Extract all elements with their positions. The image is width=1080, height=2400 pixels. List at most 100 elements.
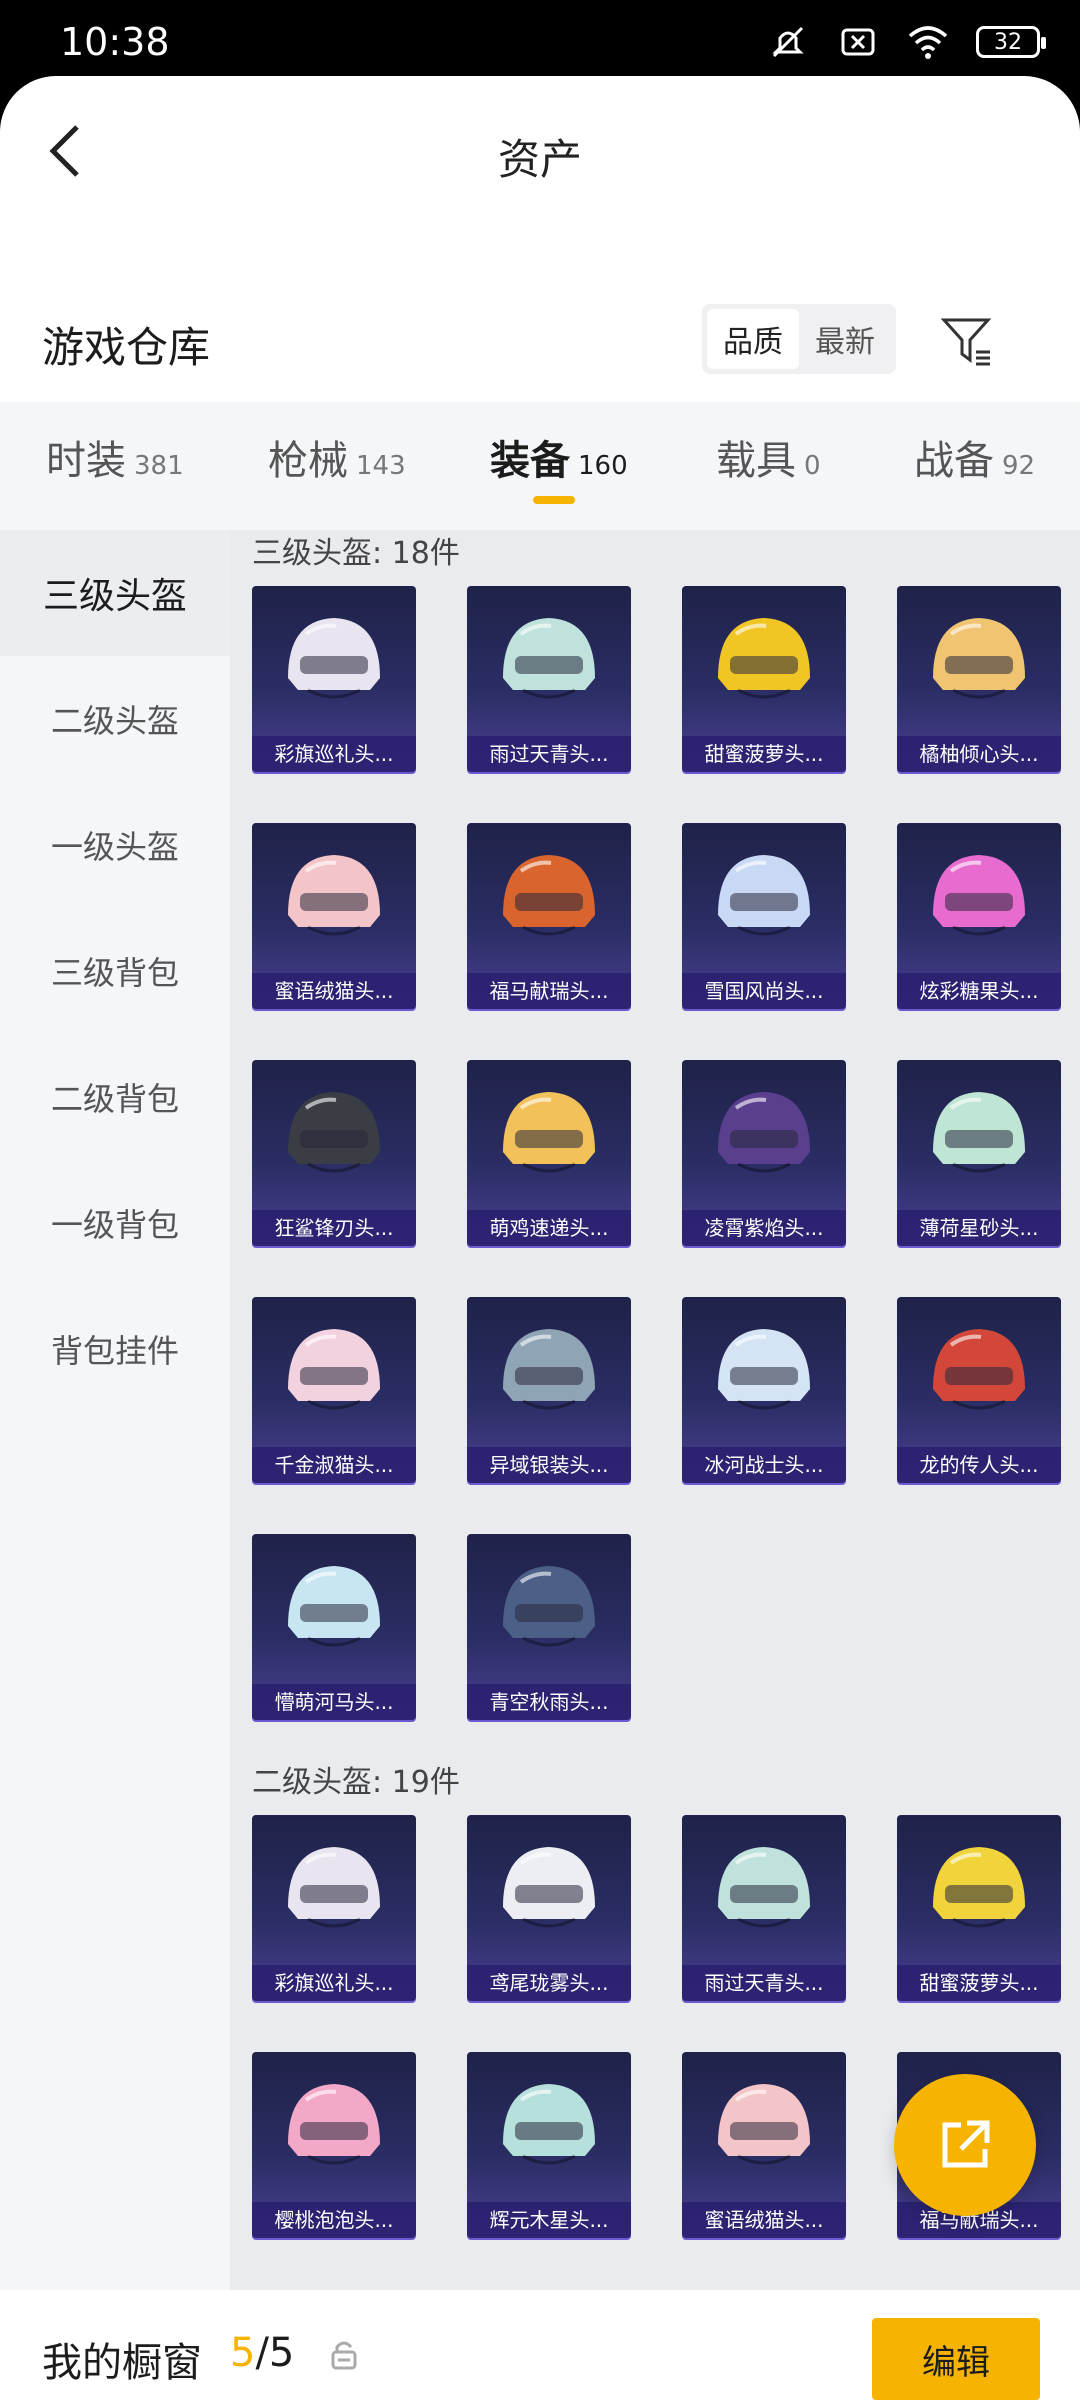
- item-card[interactable]: 彩旗巡礼头...: [252, 586, 416, 772]
- item-card[interactable]: 樱桃泡泡头...: [252, 2052, 416, 2238]
- sidebar-item-backpack-charm[interactable]: 背包挂件: [0, 1286, 230, 1412]
- helmet-icon: [933, 618, 1025, 699]
- tab-active-indicator: [533, 496, 575, 504]
- share-float-button[interactable]: [894, 2074, 1036, 2216]
- tab-fashion[interactable]: 时装 381: [46, 428, 184, 486]
- item-card-label: 萌鸡速递头...: [467, 1210, 631, 1246]
- helmet-icon: [503, 2084, 595, 2165]
- wifi-icon: [906, 22, 950, 62]
- helmet-icon: [718, 1329, 810, 1410]
- item-card[interactable]: 炫彩糖果头...: [897, 823, 1061, 1009]
- showcase-bar: 我的橱窗 5/5 编辑: [0, 2290, 1080, 2400]
- item-card-label: 蜜语绒猫头...: [682, 2202, 846, 2238]
- item-card[interactable]: 冰河战士头...: [682, 1297, 846, 1483]
- item-card[interactable]: 甜蜜菠萝头...: [897, 1815, 1061, 2001]
- item-card[interactable]: 甜蜜菠萝头...: [682, 586, 846, 772]
- app-screen: 资产 游戏仓库 品质 最新 时装381 枪械143 装备160 载具0: [0, 76, 1080, 2400]
- helmet-icon: [718, 618, 810, 699]
- helmet-icon: [933, 1847, 1025, 1928]
- item-card[interactable]: 萌鸡速递头...: [467, 1060, 631, 1246]
- tab-supplies[interactable]: 战备 92: [914, 428, 1035, 486]
- item-card-label: 雪国风尚头...: [682, 973, 846, 1009]
- sort-quality[interactable]: 品质: [707, 309, 799, 369]
- item-card-label: 辉元木星头...: [467, 2202, 631, 2238]
- mute-icon: [766, 22, 810, 62]
- item-card[interactable]: 薄荷星砂头...: [897, 1060, 1061, 1246]
- item-card[interactable]: 异域银装头...: [467, 1297, 631, 1483]
- helmet-icon: [933, 855, 1025, 936]
- item-card[interactable]: 福马献瑞头...: [467, 823, 631, 1009]
- item-card-label: 雨过天青头...: [682, 1965, 846, 2001]
- helmet-icon: [288, 1847, 380, 1928]
- section-title: 二级头盔: 19件: [252, 1765, 460, 1800]
- helmet-icon: [288, 2084, 380, 2165]
- status-bar: 10:38 32: [0, 0, 1080, 86]
- item-card-label: 薄荷星砂头...: [897, 1210, 1061, 1246]
- helmet-icon: [288, 1566, 380, 1647]
- item-card[interactable]: 蜜语绒猫头...: [252, 823, 416, 1009]
- item-card-label: 蜜语绒猫头...: [252, 973, 416, 1009]
- item-card-label: 橘柚倾心头...: [897, 736, 1061, 772]
- battery-icon: 32: [976, 26, 1046, 58]
- tab-vehicles[interactable]: 载具 0: [716, 428, 821, 486]
- helmet-icon: [503, 1329, 595, 1410]
- item-card-label: 凌霄紫焰头...: [682, 1210, 846, 1246]
- helmet-icon: [718, 1847, 810, 1928]
- item-card[interactable]: 辉元木星头...: [467, 2052, 631, 2238]
- item-card-label: 甜蜜菠萝头...: [897, 1965, 1061, 2001]
- sidebar-item-level3-helmet[interactable]: 三级头盔: [0, 530, 230, 656]
- item-card[interactable]: 雪国风尚头...: [682, 823, 846, 1009]
- status-icons: 32: [766, 22, 1046, 62]
- item-card-label: 懵萌河马头...: [252, 1684, 416, 1720]
- item-card-label: 狂鲨锋刃头...: [252, 1210, 416, 1246]
- item-card-label: 福马献瑞头...: [467, 973, 631, 1009]
- warehouse-title: 游戏仓库: [42, 323, 211, 372]
- item-card[interactable]: 雨过天青头...: [467, 586, 631, 772]
- sidebar-item-level3-backpack[interactable]: 三级背包: [0, 908, 230, 1034]
- tab-equipment[interactable]: 装备 160: [490, 428, 628, 486]
- item-card[interactable]: 龙的传人头...: [897, 1297, 1061, 1483]
- sidebar-item-level2-backpack[interactable]: 二级背包: [0, 1034, 230, 1160]
- item-card-label: 炫彩糖果头...: [897, 973, 1061, 1009]
- subcategory-sidebar: 三级头盔 二级头盔 一级头盔 三级背包 二级背包 一级背包 背包挂件: [0, 530, 230, 2290]
- item-card[interactable]: 狂鲨锋刃头...: [252, 1060, 416, 1246]
- item-card-label: 彩旗巡礼头...: [252, 1965, 416, 2001]
- item-card[interactable]: 蜜语绒猫头...: [682, 2052, 846, 2238]
- helmet-icon: [933, 1092, 1025, 1173]
- item-card[interactable]: 彩旗巡礼头...: [252, 1815, 416, 2001]
- item-card-label: 樱桃泡泡头...: [252, 2202, 416, 2238]
- showcase-count: 5/5: [230, 2330, 295, 2376]
- no-sim-icon: [836, 22, 880, 62]
- item-card-label: 雨过天青头...: [467, 736, 631, 772]
- helmet-icon: [503, 1092, 595, 1173]
- item-card[interactable]: 鸢尾珑雾头...: [467, 1815, 631, 2001]
- edit-button[interactable]: 编辑: [872, 2318, 1040, 2400]
- helmet-icon: [718, 2084, 810, 2165]
- helmet-icon: [288, 618, 380, 699]
- sidebar-item-level2-helmet[interactable]: 二级头盔: [0, 656, 230, 782]
- helmet-icon: [503, 855, 595, 936]
- sort-toggle: 品质 最新: [702, 304, 896, 374]
- sort-newest[interactable]: 最新: [799, 309, 891, 369]
- item-card-label: 冰河战士头...: [682, 1447, 846, 1483]
- item-grid: 三级头盔: 18件 彩旗巡礼头... 雨过天青头... 甜蜜菠萝头... 橘柚倾心头..…: [230, 530, 1080, 2290]
- item-card[interactable]: 凌霄紫焰头...: [682, 1060, 846, 1246]
- item-card[interactable]: 雨过天青头...: [682, 1815, 846, 2001]
- helmet-icon: [288, 1092, 380, 1173]
- sidebar-item-level1-backpack[interactable]: 一级背包: [0, 1160, 230, 1286]
- item-card-label: 彩旗巡礼头...: [252, 736, 416, 772]
- sidebar-item-level1-helmet[interactable]: 一级头盔: [0, 782, 230, 908]
- tab-firearms[interactable]: 枪械 143: [268, 428, 406, 486]
- item-card[interactable]: 橘柚倾心头...: [897, 586, 1061, 772]
- helmet-icon: [288, 1329, 380, 1410]
- item-card[interactable]: 懵萌河马头...: [252, 1534, 416, 1720]
- helmet-icon: [718, 1092, 810, 1173]
- item-card[interactable]: 青空秋雨头...: [467, 1534, 631, 1720]
- filter-icon: [940, 318, 992, 366]
- item-card-label: 鸢尾珑雾头...: [467, 1965, 631, 2001]
- filter-button[interactable]: [932, 306, 1002, 376]
- item-card[interactable]: 千金淑猫头...: [252, 1297, 416, 1483]
- helmet-icon: [503, 1847, 595, 1928]
- section-title: 三级头盔: 18件: [252, 536, 460, 571]
- helmet-icon: [503, 1566, 595, 1647]
